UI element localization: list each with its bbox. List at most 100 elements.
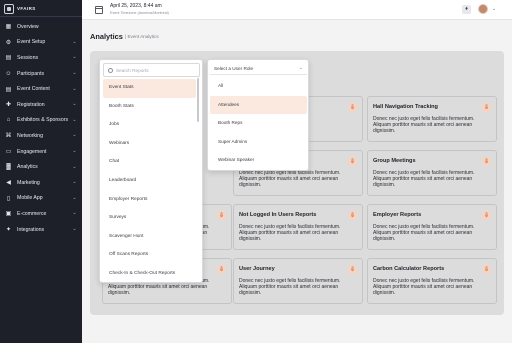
sidebar-item-label: Event Setup xyxy=(17,39,46,46)
sidebar-item-analytics[interactable]: ▓ Analytics ⌄ xyxy=(0,159,82,175)
logo-icon xyxy=(4,3,14,14)
report-option[interactable]: Off Scans Reports xyxy=(103,246,196,265)
report-card[interactable]: Carbon Calculator Reports Donec nec justo… xyxy=(367,258,497,304)
report-option[interactable]: Scavenger Hunt xyxy=(103,228,196,247)
report-list-scrollbar[interactable] xyxy=(197,78,199,122)
chevron-down-icon: ⌄ xyxy=(72,132,77,139)
user-role-dropdown[interactable]: Select a User Role ⌄ All Attendees Booth R… xyxy=(207,59,309,171)
chevron-down-icon: ⌄ xyxy=(72,148,77,155)
user-avatar[interactable] xyxy=(478,4,488,14)
download-icon[interactable]: ⇩ xyxy=(482,157,491,166)
event-date: April 25, 2023, 8:44 am xyxy=(110,3,162,9)
download-icon[interactable]: ⇩ xyxy=(348,211,357,220)
user-role-option[interactable]: Attendees xyxy=(210,95,307,115)
report-card-title: Group Meetings xyxy=(373,158,416,164)
sidebar-item-sessions[interactable]: ▤ Sessions ⌄ xyxy=(0,50,82,66)
report-search-input[interactable] xyxy=(116,66,196,75)
report-option[interactable]: Check-In & Check-Out Reports xyxy=(103,265,196,284)
sidebar-item-label: Sessions xyxy=(17,54,39,61)
chevron-down-icon: ⌄ xyxy=(72,54,77,61)
chevron-down-icon: ⌄ xyxy=(298,65,303,71)
user-role-option[interactable]: Super Admins xyxy=(210,133,307,152)
report-option[interactable]: Leaderboard xyxy=(103,172,196,191)
chart-icon: ▓ xyxy=(6,164,11,171)
search-icon xyxy=(108,67,113,73)
chevron-down-icon: ⌄ xyxy=(72,226,77,233)
sidebar-item-label: Marketing xyxy=(17,179,40,186)
sidebar-item-label: Engagement xyxy=(17,148,47,155)
page-title: Analytics xyxy=(90,32,123,41)
report-card[interactable]: Employer Reports Donec nec justo eget fel… xyxy=(367,204,497,250)
brand-logo[interactable]: VFAIRS xyxy=(0,0,82,16)
notification-bell-icon[interactable]: ♦ xyxy=(462,5,471,14)
sidebar-item-networking[interactable]: ⌘ Networking ⌄ xyxy=(0,128,82,144)
report-card-description: Donec nec justo eget felis facilisis fer… xyxy=(239,170,341,189)
calendar-icon xyxy=(95,6,103,14)
report-option[interactable]: Employer Reports xyxy=(103,191,196,210)
report-option[interactable]: Surveys xyxy=(103,209,196,228)
sidebar-item-label: Mobile App xyxy=(17,195,43,202)
report-option[interactable]: Event Stats xyxy=(103,79,196,98)
report-card[interactable]: User Journey Donec nec justo eget felis f… xyxy=(233,258,363,304)
document-icon: ▤ xyxy=(5,86,12,93)
breadcrumb: | Event Analytics xyxy=(125,33,159,39)
user-role-option[interactable]: Booth Reps xyxy=(210,114,307,133)
report-card[interactable]: Not Logged In Users Reports Donec nec jus… xyxy=(233,204,363,250)
report-card[interactable]: Hall Navigation Tracking Donec nec justo … xyxy=(367,96,497,142)
sidebar-divider xyxy=(0,16,82,17)
chevron-down-icon: ⌄ xyxy=(72,38,77,45)
download-icon[interactable]: ⇩ xyxy=(217,265,226,274)
report-option[interactable]: Booth Stats xyxy=(103,98,196,117)
sidebar-item-integrations[interactable]: ✦ Integrations ⌄ xyxy=(0,222,82,238)
phone-icon: ▯ xyxy=(6,195,11,202)
sidebar-item-marketing[interactable]: ◀ Marketing ⌄ xyxy=(0,175,82,191)
sidebar: VFAIRS ▦ Overview ⚙ Event Setup ⌄ ▤ Sessions ⌄ ☺… xyxy=(0,0,82,343)
reports-dropdown[interactable]: Event StatsBooth StatsJobsWebinarsChatLe… xyxy=(99,59,203,283)
users-icon: ☺ xyxy=(5,70,12,77)
sidebar-item-overview[interactable]: ▦ Overview xyxy=(0,19,82,35)
megaphone-icon: ◀ xyxy=(6,180,11,187)
user-role-placeholder: Select a User Role xyxy=(214,66,254,71)
sidebar-item-label: Networking xyxy=(17,132,43,139)
sidebar-item-label: Analytics xyxy=(17,164,38,171)
sidebar-item-exhibitors-sponsors[interactable]: ⌂ Exhibitors & Sponsors ⌄ xyxy=(0,113,82,129)
report-card[interactable]: Group Meetings Donec nec justo eget felis… xyxy=(367,150,497,196)
report-option[interactable]: Chat xyxy=(103,153,196,172)
sidebar-item-mobile-app[interactable]: ▯ Mobile App ⌄ xyxy=(0,191,82,207)
download-icon[interactable]: ⇩ xyxy=(348,265,357,274)
chevron-down-icon: ⌄ xyxy=(72,163,77,170)
report-card-description: Donec nec justo eget felis facilisis fer… xyxy=(373,116,475,135)
download-icon[interactable]: ⇩ xyxy=(217,211,226,220)
chevron-down-icon: ⌄ xyxy=(72,85,77,92)
user-role-select[interactable]: Select a User Role ⌄ xyxy=(210,62,307,75)
chevron-down-icon: ⌄ xyxy=(72,116,77,123)
sidebar-item-registration[interactable]: ✚ Registration ⌄ xyxy=(0,97,82,113)
sidebar-item-event-setup[interactable]: ⚙ Event Setup ⌄ xyxy=(0,35,82,51)
chevron-down-icon: ⌄ xyxy=(72,210,77,217)
sidebar-item-label: Registration xyxy=(17,101,45,108)
sidebar-item-participants[interactable]: ☺ Participants ⌄ xyxy=(0,66,82,82)
download-icon[interactable]: ⇩ xyxy=(482,265,491,274)
report-card-title: Not Logged In Users Reports xyxy=(239,212,317,218)
report-option[interactable]: Webinars xyxy=(103,135,196,154)
sidebar-item-label: Overview xyxy=(17,23,39,30)
report-card-description: Donec nec justo eget felis facilisis fer… xyxy=(373,278,475,297)
chevron-down-icon[interactable]: ⌄ xyxy=(492,6,496,12)
top-bar: April 25, 2023, 8:44 am Event Timezone (… xyxy=(82,0,512,20)
download-icon[interactable]: ⇩ xyxy=(482,211,491,220)
sidebar-nav: ▦ Overview ⚙ Event Setup ⌄ ▤ Sessions ⌄ ☺ Partici… xyxy=(0,19,82,237)
sidebar-item-engagement[interactable]: ▭ Engagement ⌄ xyxy=(0,144,82,160)
report-option[interactable]: Jobs xyxy=(103,116,196,135)
sidebar-item-label: Event Content xyxy=(17,86,50,93)
report-options-list: Event Stats Booth Stats Jobs Webinars Chat Le… xyxy=(103,79,196,284)
download-icon[interactable]: ⇩ xyxy=(348,157,357,166)
sidebar-item-label: Exhibitors & Sponsors xyxy=(17,117,69,124)
user-role-option[interactable]: All xyxy=(210,77,307,96)
download-icon[interactable]: ⇩ xyxy=(482,103,491,112)
download-icon[interactable]: ⇩ xyxy=(348,103,357,112)
report-search-field[interactable] xyxy=(103,63,200,77)
sidebar-item-e-commerce[interactable]: ▣ E-commerce ⌄ xyxy=(0,206,82,222)
user-role-options-list: All Attendees Booth Reps Super Admins Webina… xyxy=(210,77,307,170)
user-role-option[interactable]: Webinar Speaker xyxy=(210,151,307,170)
sidebar-item-event-content[interactable]: ▤ Event Content ⌄ xyxy=(0,81,82,97)
